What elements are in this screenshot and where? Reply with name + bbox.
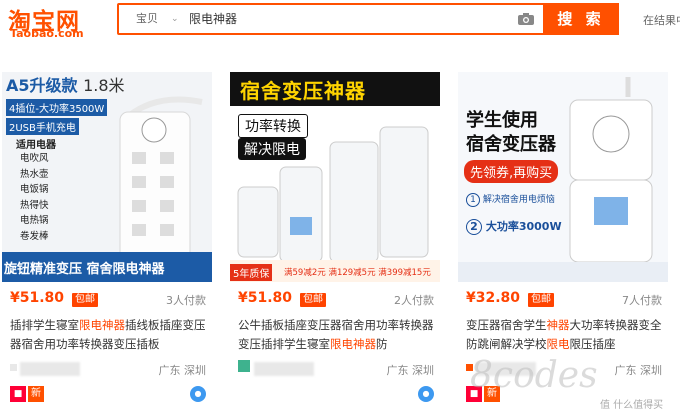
image-length: 1.8米 [83, 76, 125, 95]
number-badge: 2 [466, 219, 482, 235]
appliance-item: 热水壶 [20, 168, 49, 180]
appliance-item: 电热锅 [20, 215, 49, 226]
site-watermark: 值 什么值得买 [600, 400, 664, 411]
product-card[interactable]: 宿舍变压神器 功率转换 解决限电 5年质保 满59减2元 满129减5元 满39… [228, 72, 442, 415]
search-input[interactable] [189, 5, 509, 33]
image-tag-power: 4插位-大功率3500W [6, 99, 108, 116]
number-badge: 1 [466, 193, 480, 207]
coupon: 满59减2元 [284, 268, 326, 278]
image-warranty-tag: 5年质保 [230, 264, 273, 281]
price-row: ¥32.80 包邮 7人付款 [466, 290, 662, 310]
tmall-icon[interactable]: ■ [10, 386, 26, 402]
wangwang-chat-icon[interactable]: ● [418, 386, 434, 402]
shop-row: 广东 深圳 [10, 360, 206, 380]
search-type-label: 宝贝 [136, 12, 158, 25]
icons-row: ■ 新 ● [10, 386, 210, 406]
search-button[interactable]: 搜 索 [543, 3, 619, 35]
icons-row: ● [238, 386, 438, 406]
image-headline-text: A5升级款 [6, 76, 78, 95]
title-highlight: 限电 [546, 337, 570, 351]
image-feature1: 1 解决宿舍用电烦恼 [466, 192, 555, 207]
image-line2: 解决限电 [238, 138, 306, 160]
product-image[interactable]: 宿舍变压神器 功率转换 解决限电 5年质保 满59减2元 满129减5元 满39… [230, 72, 440, 282]
image-headline: A5升级款 1.8米 [6, 72, 125, 96]
title-highlight: 神器 [546, 318, 570, 332]
image-tag-usb: 2USB手机充电 [6, 118, 79, 135]
title-text: 变压器宿舍学生 [466, 318, 547, 332]
price: ¥32.80 [466, 290, 521, 306]
price-row: ¥51.80 包邮 3人付款 [10, 290, 206, 310]
appliance-item: 电饭锅 [20, 184, 49, 195]
shop-row: 广东 深圳 [238, 360, 434, 380]
chevron-down-icon: ⌄ [171, 14, 179, 24]
shop-icon [10, 364, 17, 371]
price-row: ¥51.80 包邮 2人付款 [238, 290, 434, 310]
price: ¥51.80 [238, 290, 293, 306]
title-text: 插排学生寝室 [10, 318, 79, 332]
image-coupons: 满59减2元 满129减5元 满399减15元 [284, 266, 431, 278]
image-list-title: 适用电器 [16, 140, 56, 151]
shop-level-icon [238, 360, 250, 372]
location: 广东 深圳 [158, 364, 207, 377]
feature-text: 大功率3000W [485, 220, 562, 233]
free-shipping-badge: 包邮 [72, 293, 98, 307]
camera-icon[interactable] [518, 13, 534, 25]
appliance-item: 电吹风 [20, 153, 49, 164]
free-shipping-badge: 包邮 [300, 293, 326, 307]
product-card[interactable]: A5升级款 1.8米 4插位-大功率3500W 2USB手机充电 适用电器 电吹… [0, 72, 214, 415]
search-bar: 宝贝 ⌄ 搜 索 [117, 3, 619, 35]
sales-count: 7人付款 [622, 294, 662, 307]
product-image[interactable]: A5升级款 1.8米 4插位-大功率3500W 2USB手机充电 适用电器 电吹… [2, 72, 212, 282]
location: 广东 深圳 [614, 364, 663, 377]
price: ¥51.80 [10, 290, 65, 306]
search-in-results-link[interactable]: 在结果中 [643, 12, 680, 28]
free-shipping-badge: 包邮 [528, 293, 554, 307]
title-highlight: 限电神器 [330, 337, 376, 351]
image-footer: 旋钮精准变压 宿舍限电神器 [4, 262, 165, 277]
title-highlight: 限电神器 [79, 318, 125, 332]
sales-count: 3人付款 [166, 294, 206, 307]
shop-name-link[interactable] [254, 362, 314, 376]
coupon: 满399减15元 [378, 268, 431, 278]
product-title-link[interactable]: 公牛插板插座变压器宿舍用功率转换器变压插排学生寝室限电神器防 [238, 316, 436, 356]
logo-domain: Taobao.com [10, 27, 84, 40]
image-feature2: 2 大功率3000W [466, 218, 562, 235]
shop-name-link[interactable] [20, 362, 80, 376]
product-title-link[interactable]: 变压器宿舍学生神器大功率转换器变全防跳闸解决学校限电限压插座 [466, 316, 664, 356]
coupon: 满129减5元 [328, 268, 376, 278]
title-text: 限压插座 [569, 337, 616, 351]
location: 广东 深圳 [386, 364, 435, 377]
taobao-logo[interactable]: 淘宝网 Taobao.com [8, 2, 98, 42]
image-coupon-banner: 先领券,再购买 [464, 160, 559, 183]
image-subheadline: 宿舍变压器 [466, 134, 556, 155]
title-text: 防 [376, 337, 388, 351]
sales-count: 2人付款 [394, 294, 434, 307]
new-badge-icon[interactable]: 新 [28, 386, 44, 402]
watermark: 8codes [470, 355, 598, 396]
image-headline: 宿舍变压神器 [240, 79, 366, 103]
image-appliance-list: 电吹风 热水壶 电饭锅 热得快 电热锅 卷发棒 [20, 151, 49, 244]
header: 淘宝网 Taobao.com 宝贝 ⌄ 搜 索 在结果中 [0, 0, 680, 46]
product-title-link[interactable]: 插排学生寝室限电神器插线板插座变压器宿舍用功率转换器变压插板 [10, 316, 208, 356]
appliance-item: 卷发棒 [20, 230, 49, 242]
wangwang-chat-icon[interactable]: ● [190, 386, 206, 402]
search-type-select[interactable]: 宝贝 ⌄ [119, 5, 187, 33]
product-image[interactable]: 学生使用 宿舍变压器 先领券,再购买 1 解决宿舍用电烦恼 2 大功率3000W [458, 72, 668, 282]
image-line1: 功率转换 [238, 114, 308, 138]
appliance-item: 热得快 [20, 199, 49, 211]
feature-text: 解决宿舍用电烦恼 [482, 195, 555, 205]
image-headline: 学生使用 [466, 110, 538, 131]
